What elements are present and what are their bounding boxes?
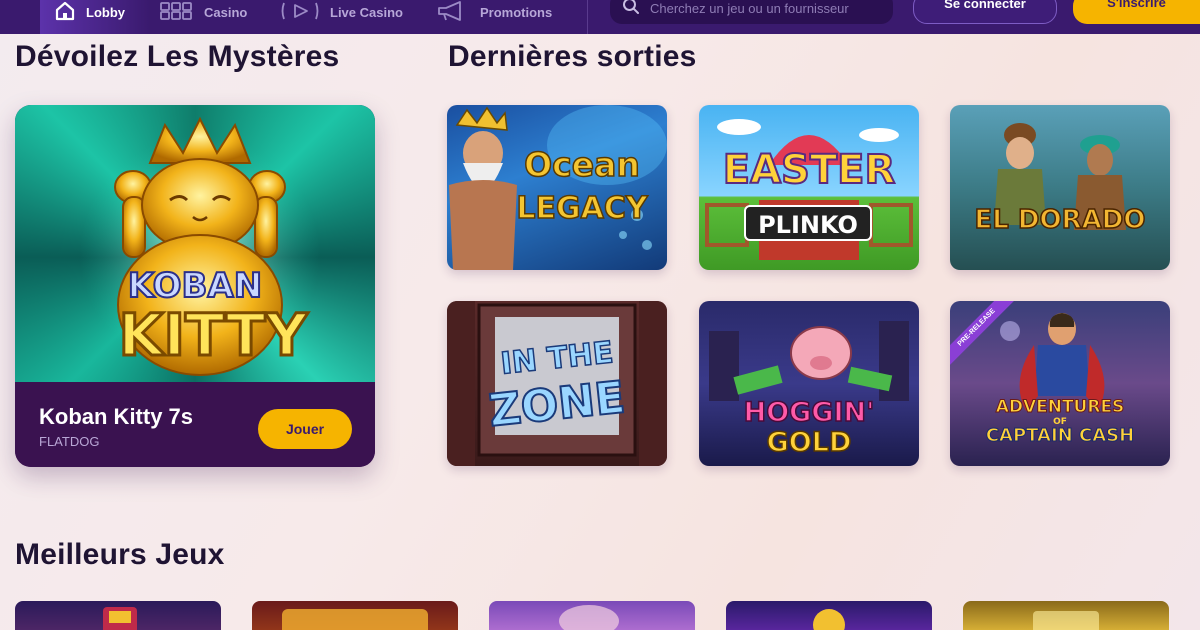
game-tile-hoggin-gold[interactable]: HOGGIN' GOLD: [699, 301, 919, 466]
nav-tab-label: Live Casino: [330, 4, 403, 20]
game-tile-title-line1: HOGGIN': [743, 396, 875, 429]
featured-game-info: Koban Kitty 7s FLATDOG Jouer: [15, 382, 375, 467]
search-box: [610, 0, 893, 24]
login-button[interactable]: Se connecter: [913, 0, 1057, 24]
game-tile-title-line1: ADVENTURES: [995, 397, 1125, 418]
best-game-tile-1[interactable]: [15, 601, 221, 630]
game-tile-title-line2: LEGACY: [516, 190, 649, 227]
best-game-tile-5[interactable]: [963, 601, 1169, 630]
search-icon: [622, 0, 640, 20]
search-input[interactable]: [650, 0, 880, 16]
play-icon: [280, 1, 320, 24]
game-tile-easter-plinko[interactable]: EASTER PLINKO: [699, 105, 919, 270]
game-tile-title-line2: PLINKO: [758, 211, 858, 239]
game-tile-captain-cash[interactable]: PRE-RELEASE ADVENTURES OF CAPTAIN CASH: [950, 301, 1170, 466]
best-game-tile-3[interactable]: [489, 601, 695, 630]
featured-game-art[interactable]: KOBAN KITTY: [15, 105, 375, 382]
game-tile-title-line1: EL DORADO: [974, 204, 1146, 236]
play-button[interactable]: Jouer: [258, 409, 352, 449]
game-tile-title-line2: GOLD: [766, 426, 852, 459]
section-title-mysteries: Dévoilez Les Mystères: [15, 40, 340, 73]
featured-game-card[interactable]: KOBAN KITTY Koban Kitty 7s FLATDOG Jouer: [15, 105, 375, 467]
game-tile-in-the-zone[interactable]: IN THE ZONE: [447, 301, 667, 466]
register-button[interactable]: S'inscrire: [1073, 0, 1200, 24]
top-navigation: Lobby Casino Live Casino Promotions Se c…: [0, 0, 1200, 34]
featured-art-text-koban: KOBAN: [128, 266, 262, 306]
nav-tab-promotions[interactable]: Promotions: [436, 0, 552, 34]
section-title-best: Meilleurs Jeux: [15, 538, 225, 571]
game-tile-title-line1: EASTER: [722, 146, 897, 194]
nav-tab-lobby[interactable]: Lobby: [40, 0, 150, 34]
best-game-tile-2[interactable]: [252, 601, 458, 630]
section-title-latest: Dernières sorties: [448, 40, 697, 73]
nav-tab-live-casino[interactable]: Live Casino: [280, 0, 403, 34]
game-tile-title-line1: Ocean: [523, 144, 640, 185]
game-tile-title-line2: CAPTAIN CASH: [985, 425, 1135, 447]
featured-game-title: Koban Kitty 7s: [39, 404, 194, 429]
game-tile-el-dorado[interactable]: EL DORADO: [950, 105, 1170, 270]
grid-icon: [160, 1, 194, 23]
megaphone-icon: [436, 0, 470, 24]
home-icon: [54, 1, 76, 24]
game-tile-ocean-legacy[interactable]: Ocean LEGACY: [447, 105, 667, 270]
best-game-tile-4[interactable]: [726, 601, 932, 630]
nav-divider: [587, 0, 588, 34]
featured-art-text-kitty: KITTY: [119, 301, 309, 369]
game-tile-plinko-plate: PLINKO: [744, 205, 872, 241]
nav-tab-label: Lobby: [86, 4, 125, 20]
nav-tab-label: Casino: [204, 4, 248, 20]
nav-tab-label: Promotions: [480, 4, 553, 20]
nav-tab-casino[interactable]: Casino: [160, 0, 247, 34]
featured-game-provider: FLATDOG: [39, 434, 100, 449]
